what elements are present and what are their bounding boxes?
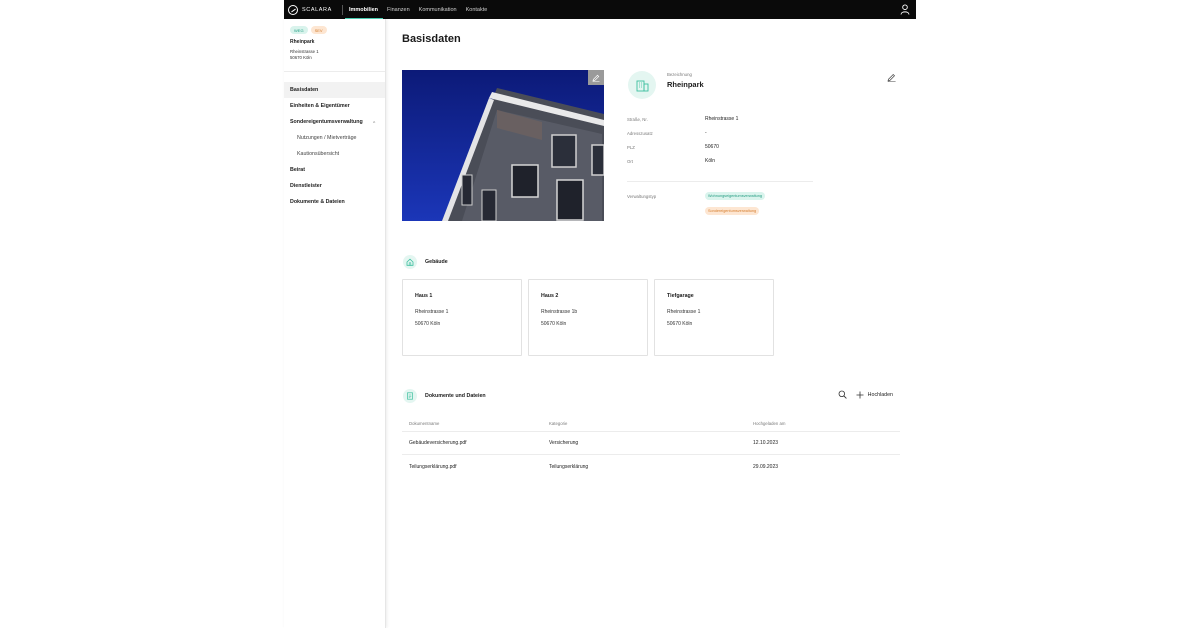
page-title: Basisdaten — [402, 33, 461, 45]
nav-item-kommunikation[interactable]: Kommunikation — [419, 0, 457, 19]
sidebar-item-sondereigentumsverwaltung[interactable]: Sondereigentumsverwaltung ^ — [284, 114, 385, 130]
building-city: 50670 Köln — [415, 321, 441, 327]
property-name: Rheinpark — [290, 39, 315, 45]
column-header-hochgeladen-am[interactable]: Hochgeladen am — [753, 421, 900, 426]
building-avatar — [628, 71, 656, 99]
sidebar-item-dokumente-dateien[interactable]: Dokumente & Dateien — [284, 194, 385, 210]
table-row[interactable]: Gebäudeversicherung.pdf Versicherung 12.… — [402, 432, 900, 455]
table-row[interactable]: Teilungserklärung.pdf Teilungserklärung … — [402, 455, 900, 478]
dokumente-section-title: Dokumente und Dateien — [425, 393, 486, 399]
edit-photo-button[interactable] — [588, 70, 604, 85]
app-frame: SCALARA Immobilien Finanzen Kommunikatio… — [284, 0, 916, 628]
building-name: Haus 2 — [541, 293, 559, 299]
search-icon[interactable] — [838, 390, 847, 399]
sidebar-item-label: Kautionsübersicht — [297, 151, 340, 157]
documents-table: Dokumentname Kategorie Hochgeladen am Ge… — [402, 415, 900, 478]
column-header-kategorie[interactable]: Kategorie — [549, 421, 753, 426]
sidebar-item-label: Beirat — [290, 167, 306, 173]
verwaltungstyp-label: Verwaltungstyp — [627, 194, 657, 199]
street-value: Rheinstrasse 1 — [705, 116, 739, 122]
building-name: Haus 1 — [415, 293, 433, 299]
plz-label: PLZ — [627, 145, 635, 150]
building-icon — [636, 80, 648, 91]
sidebar-item-einheiten-eigentuemer[interactable]: Einheiten & Eigentümer — [284, 98, 385, 114]
sidebar-item-label: Sondereigentumsverwaltung — [290, 119, 363, 125]
sidebar-item-basisdaten[interactable]: Basisdaten — [284, 82, 385, 98]
plus-icon — [856, 391, 864, 398]
address-line-1: Rheinstrasse 1 — [290, 49, 319, 54]
sidebar-item-label: Dienstleister — [290, 183, 322, 189]
verwaltungstyp-chip-weg: Wohnungseigentumsverwaltung — [705, 192, 765, 200]
property-address: Rheinstrasse 1 50670 Köln — [290, 49, 319, 60]
sidebar-item-dienstleister[interactable]: Dienstleister — [284, 178, 385, 194]
weg-chip: WEG — [290, 26, 308, 34]
nav-divider — [342, 4, 343, 15]
building-street: Rheinstrasse 1 — [667, 309, 701, 315]
building-street: Rheinstrasse 1b — [541, 309, 578, 315]
document-date: 29.09.2023 — [753, 463, 779, 470]
address-line-2: 50670 Köln — [290, 54, 312, 60]
building-city: 50670 Köln — [541, 321, 567, 327]
sidebar-menu: Basisdaten Einheiten & Eigentümer Sonder… — [284, 82, 385, 210]
bezeichnung-value: Rheinpark — [667, 80, 704, 89]
bezeichnung-label: Bezeichnung — [667, 72, 692, 77]
building-street: Rheinstrasse 1 — [415, 309, 449, 315]
sidebar: WEG SEV Rheinpark Rheinstrasse 1 50670 K… — [284, 19, 386, 628]
info-divider — [627, 181, 813, 182]
ort-label: Ort — [627, 159, 633, 164]
sidebar-item-kautionsuebersicht[interactable]: Kautionsübersicht — [284, 146, 385, 162]
table-header: Dokumentname Kategorie Hochgeladen am — [402, 415, 900, 432]
gebaeude-section-avatar — [403, 255, 417, 269]
building-card-haus-2[interactable]: Haus 2 Rheinstrasse 1b 50670 Köln — [528, 279, 648, 356]
document-icon — [407, 392, 413, 400]
document-name: Gebäudeversicherung.pdf — [409, 440, 467, 446]
adresszusatz-value: - — [705, 130, 707, 136]
sidebar-item-label: Basisdaten — [290, 87, 319, 93]
upload-button[interactable]: Hochladen — [856, 391, 893, 399]
logo-text: SCALARA — [302, 6, 332, 13]
dokumente-section-avatar — [403, 389, 417, 403]
top-navigation-bar: SCALARA Immobilien Finanzen Kommunikatio… — [284, 0, 916, 19]
nav-item-finanzen[interactable]: Finanzen — [387, 0, 410, 19]
ort-value: Köln — [705, 158, 716, 164]
logo[interactable]: SCALARA — [288, 4, 342, 15]
document-category: Teilungserklärung — [549, 463, 589, 470]
verwaltungstyp-chip-sev: Sondereigentumsverwaltung — [705, 207, 760, 215]
logo-icon — [288, 4, 298, 15]
chevron-up-icon[interactable]: ^ — [373, 120, 375, 125]
adresszusatz-label: Adresszusatz — [627, 131, 653, 136]
document-actions: Hochladen — [838, 390, 893, 399]
sidebar-item-label: Nutzungen / Mietverträge — [297, 135, 357, 141]
sidebar-item-nutzungen-mietvertraege[interactable]: Nutzungen / Mietverträge — [284, 130, 385, 146]
column-header-dokumentname[interactable]: Dokumentname — [402, 421, 549, 426]
sidebar-item-beirat[interactable]: Beirat — [284, 162, 385, 178]
building-city: 50670 Köln — [667, 321, 693, 327]
nav-item-kontakte[interactable]: Kontakte — [466, 0, 488, 19]
sev-chip: SEV — [310, 26, 327, 34]
building-card-haus-1[interactable]: Haus 1 Rheinstrasse 1 50670 Köln — [402, 279, 522, 356]
pencil-icon — [592, 74, 600, 82]
plz-value: 50670 — [705, 144, 719, 150]
property-type-chips: WEG SEV — [290, 26, 327, 34]
upload-label: Hochladen — [867, 391, 893, 398]
building-card-tiefgarage[interactable]: Tiefgarage Rheinstrasse 1 50670 Köln — [654, 279, 774, 356]
edit-details-icon[interactable] — [887, 73, 896, 82]
sidebar-item-label: Dokumente & Dateien — [290, 199, 345, 205]
user-profile-icon[interactable] — [900, 4, 910, 15]
sidebar-item-label: Einheiten & Eigentümer — [290, 103, 350, 109]
gebaeude-section-title: Gebäude — [425, 259, 448, 265]
sidebar-divider — [284, 71, 385, 72]
house-icon — [406, 258, 414, 266]
street-label: Straße, Nr. — [627, 117, 648, 122]
document-name: Teilungserklärung.pdf — [409, 463, 457, 470]
property-photo — [402, 70, 604, 221]
nav-item-immobilien[interactable]: Immobilien — [344, 0, 384, 19]
document-date: 12.10.2023 — [753, 440, 779, 446]
building-name: Tiefgarage — [667, 293, 694, 299]
document-category: Versicherung — [549, 440, 579, 446]
